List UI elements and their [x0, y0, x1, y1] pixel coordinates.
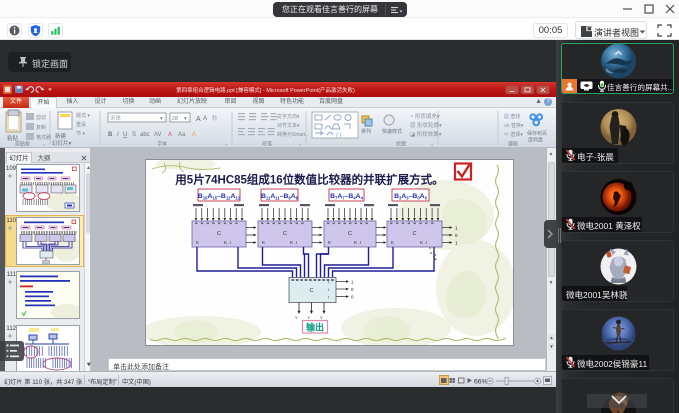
- svg-text:S: S: [132, 132, 136, 138]
- svg-text:K . I: K . I: [224, 240, 231, 245]
- svg-text:Y: Y: [295, 315, 298, 320]
- svg-text:编辑: 编辑: [508, 141, 518, 148]
- svg-text:☞ 选择▾: ☞ 选择▾: [504, 131, 523, 138]
- svg-text:重设: 重设: [76, 121, 86, 128]
- svg-text:A: A: [168, 132, 172, 138]
- svg-text:Aa: Aa: [178, 132, 186, 138]
- svg-text:用5片74HC85组成16位数值比较器的并联扩展方式。: 用5片74HC85组成16位数值比较器的并联扩展方式。: [174, 173, 443, 187]
- svg-text:文字方向▾: 文字方向▾: [277, 113, 300, 120]
- svg-text:◪ 形状效果▾: ◪ 形状效果▾: [410, 130, 442, 138]
- svg-text:剪贴板: 剪贴板: [15, 141, 30, 148]
- svg-text:K . I: K . I: [354, 240, 361, 245]
- svg-text:段落: 段落: [262, 141, 272, 148]
- svg-text:AV: AV: [154, 132, 162, 138]
- svg-text:C: C: [310, 288, 314, 294]
- svg-text:abc: abc: [140, 132, 150, 138]
- svg-text:I: I: [328, 295, 329, 300]
- svg-text:复制: 复制: [36, 124, 46, 131]
- svg-text:{ }: { }: [336, 133, 342, 139]
- svg-text:C: C: [413, 231, 417, 237]
- svg-text:新建: 新建: [55, 132, 67, 140]
- svg-text:⌄: ⌄: [224, 142, 228, 148]
- svg-text:K: K: [328, 240, 331, 245]
- svg-text:版式 ▾: 版式 ▾: [76, 112, 90, 119]
- svg-text:28: 28: [172, 116, 178, 122]
- svg-text:转换为Smart..: 转换为Smart..: [277, 131, 308, 138]
- svg-text:格式刷: 格式刷: [36, 134, 51, 141]
- svg-text:Y: Y: [320, 315, 323, 320]
- svg-text:C: C: [217, 231, 221, 237]
- svg-text:▾: ▾: [184, 116, 187, 122]
- svg-text:⌄: ⌄: [298, 142, 302, 148]
- svg-text:宋体: 宋体: [110, 114, 122, 122]
- svg-text:▾: ▾: [160, 116, 163, 122]
- svg-text:Y: Y: [308, 315, 311, 320]
- svg-text:K: K: [262, 240, 265, 245]
- svg-text:排列: 排列: [361, 128, 371, 135]
- svg-text:K . I: K . I: [420, 240, 427, 245]
- svg-text:I: I: [328, 280, 329, 285]
- svg-text:保存到百: 保存到百: [527, 130, 547, 137]
- svg-text:U: U: [123, 132, 127, 138]
- svg-text:0: 0: [351, 295, 354, 300]
- svg-text:K: K: [196, 240, 199, 245]
- svg-text:绘图: 绘图: [396, 141, 406, 148]
- svg-text:◔ 形状填充▾: ◔ 形状填充▾: [410, 112, 440, 120]
- svg-text:幻灯片▾: 幻灯片▾: [52, 139, 72, 147]
- svg-text:节 ▾: 节 ▾: [76, 131, 85, 137]
- svg-text:A: A: [203, 116, 207, 122]
- svg-text:⌄: ⌄: [42, 142, 46, 148]
- svg-text:秒: 秒: [212, 114, 218, 122]
- svg-text:⌄: ⌄: [430, 142, 434, 148]
- svg-text:1: 1: [351, 280, 354, 285]
- svg-text:输出: 输出: [306, 322, 324, 333]
- svg-text:0: 0: [351, 287, 354, 292]
- svg-text:C: C: [283, 231, 287, 237]
- svg-text:对齐文本▾: 对齐文本▾: [277, 122, 300, 129]
- svg-text:K: K: [391, 240, 394, 245]
- svg-text:快速样式: 快速样式: [382, 128, 402, 135]
- svg-text:66%: 66%: [474, 378, 488, 385]
- svg-text:▦ 查找: ▦ 查找: [504, 113, 520, 120]
- svg-text:▨ 形状轮廓▾: ▨ 形状轮廓▾: [410, 121, 442, 129]
- svg-text:I: I: [117, 132, 119, 138]
- svg-text:A: A: [192, 132, 196, 138]
- svg-text:ab 替换▾: ab 替换▾: [504, 122, 524, 129]
- svg-text:B: B: [108, 132, 113, 138]
- svg-text:字体: 字体: [157, 141, 167, 148]
- svg-text:度网盘: 度网盘: [528, 137, 543, 144]
- svg-text:A: A: [196, 116, 201, 123]
- svg-text:C: C: [348, 231, 352, 237]
- svg-text:I: I: [328, 287, 329, 292]
- svg-text:K . I: K . I: [290, 240, 297, 245]
- svg-text:剪切: 剪切: [36, 114, 46, 121]
